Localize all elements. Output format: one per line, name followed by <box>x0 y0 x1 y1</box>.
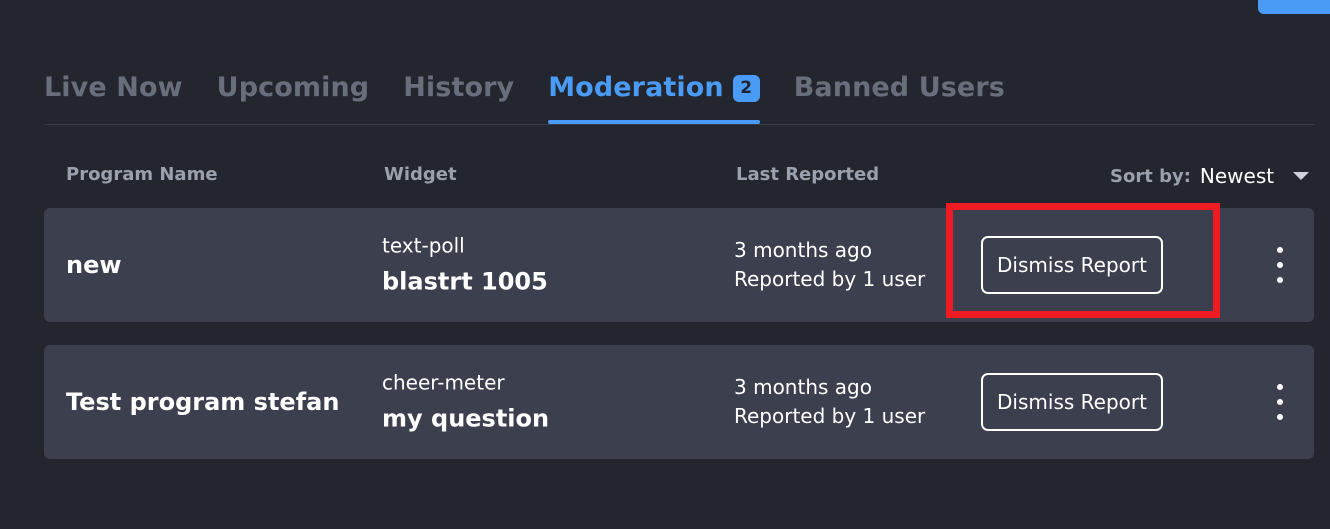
table-row[interactable]: new text-poll blastrt 1005 3 months ago … <box>44 208 1314 322</box>
kebab-dot <box>1277 277 1283 283</box>
sort-by-value: Newest <box>1199 164 1275 188</box>
row-widget-type: text-poll <box>382 233 465 258</box>
row-widget-type: cheer-meter <box>382 370 505 395</box>
tab-bar: Live Now Upcoming History Moderation 2 B… <box>44 62 1314 124</box>
table-row[interactable]: Test program stefan cheer-meter my quest… <box>44 345 1314 459</box>
row-widget-name: blastrt 1005 <box>382 267 548 296</box>
kebab-dot <box>1277 262 1283 268</box>
row-reported-by: Reported by 1 user <box>734 267 926 291</box>
row-reported-when: 3 months ago <box>734 238 872 262</box>
column-header-last-reported: Last Reported <box>736 164 880 185</box>
chevron-down-icon <box>1293 172 1310 180</box>
row-reported-when: 3 months ago <box>734 375 872 399</box>
tab-live-now[interactable]: Live Now <box>44 62 183 112</box>
row-program-name: new <box>66 251 122 279</box>
row-overflow-menu-icon[interactable] <box>1266 244 1294 286</box>
tab-history[interactable]: History <box>403 62 514 112</box>
sort-by-label: Sort by: <box>1110 165 1191 187</box>
kebab-dot <box>1277 247 1283 253</box>
column-header-widget: Widget <box>384 164 457 185</box>
row-last-reported: 3 months ago Reported by 1 user <box>734 236 925 294</box>
tab-label: Banned Users <box>793 71 1005 103</box>
dismiss-report-button[interactable]: Dismiss Report <box>981 373 1163 431</box>
row-widget: text-poll blastrt 1005 <box>382 234 548 297</box>
sort-by-dropdown[interactable]: Sort by: Newest <box>1110 164 1310 188</box>
tab-label: Moderation <box>548 71 724 103</box>
row-program-name: Test program stefan <box>66 388 340 416</box>
row-widget-name: my question <box>382 404 550 433</box>
table-header: Program Name Widget Last Reported Sort b… <box>44 164 1314 196</box>
kebab-dot <box>1277 414 1283 420</box>
tab-label: Upcoming <box>216 71 370 103</box>
moderation-count-badge: 2 <box>732 74 760 102</box>
tabs-divider <box>44 124 1314 125</box>
kebab-dot <box>1277 384 1283 390</box>
dismiss-report-button[interactable]: Dismiss Report <box>981 236 1163 294</box>
column-header-program-name: Program Name <box>66 164 218 185</box>
tab-upcoming[interactable]: Upcoming <box>217 62 370 112</box>
primary-action-button[interactable] <box>1258 0 1330 14</box>
tab-moderation[interactable]: Moderation 2 <box>548 62 760 124</box>
row-overflow-menu-icon[interactable] <box>1266 381 1294 423</box>
row-last-reported: 3 months ago Reported by 1 user <box>734 373 925 431</box>
row-reported-by: Reported by 1 user <box>734 404 926 428</box>
row-widget: cheer-meter my question <box>382 371 549 434</box>
kebab-dot <box>1277 399 1283 405</box>
tab-banned-users[interactable]: Banned Users <box>794 62 1005 112</box>
tab-label: Live Now <box>44 71 183 103</box>
tab-label: History <box>403 71 515 103</box>
